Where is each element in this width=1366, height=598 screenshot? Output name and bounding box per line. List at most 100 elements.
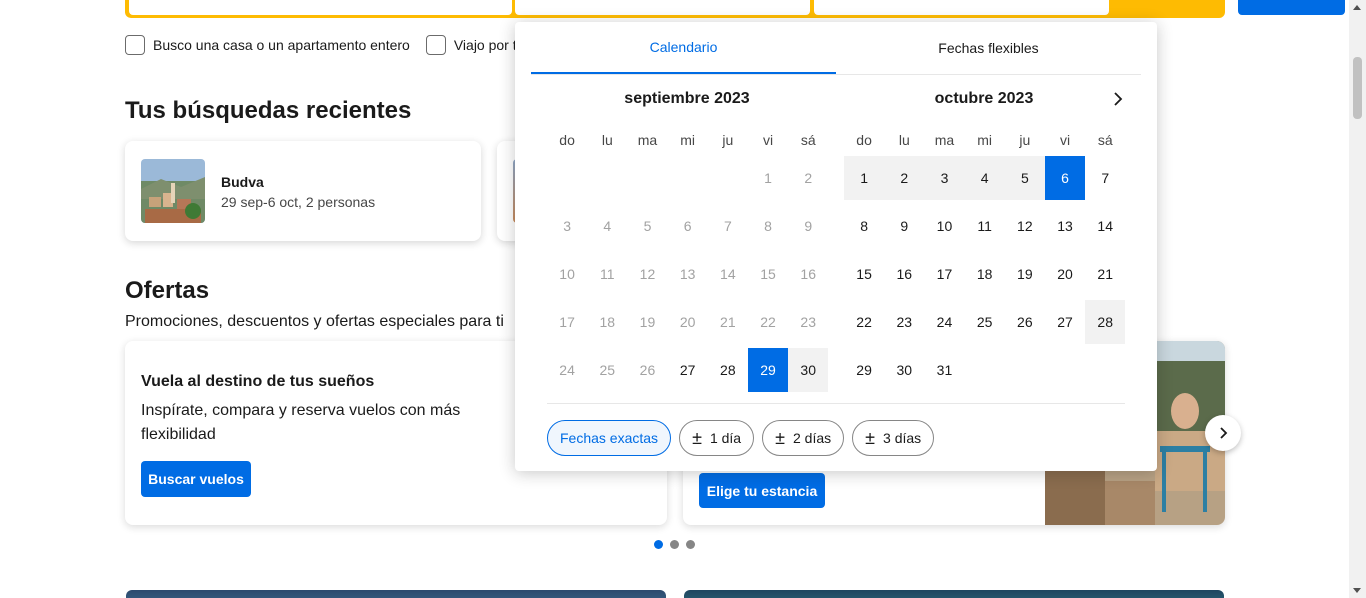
calendar-day[interactable]: 15: [748, 252, 788, 296]
calendar-day[interactable]: 7: [1085, 156, 1125, 200]
search-bar: [125, 0, 1345, 18]
calendar-day[interactable]: 21: [708, 300, 748, 344]
calendar-day[interactable]: 15: [844, 252, 884, 296]
tab-flexible-dates[interactable]: Fechas flexibles: [836, 22, 1141, 74]
calendar-day[interactable]: 28: [708, 348, 748, 392]
calendar-week: 22 23 24 25 26 27 28: [844, 300, 1126, 348]
calendar-day[interactable]: 5: [627, 204, 667, 248]
calendar-day[interactable]: 8: [748, 204, 788, 248]
calendar-day[interactable]: 6: [1044, 156, 1086, 200]
choose-stay-button[interactable]: Elige tu estancia: [699, 473, 825, 508]
calendar-day[interactable]: 18: [965, 252, 1005, 296]
search-button[interactable]: [1238, 0, 1345, 15]
weekday-label: do: [559, 132, 575, 148]
month-title-september: septiembre 2023: [624, 90, 750, 107]
carousel-next-button[interactable]: [1205, 415, 1241, 451]
calendar-day[interactable]: 13: [1045, 204, 1085, 248]
entire-home-check[interactable]: Busco una casa o un apartamento entero: [125, 35, 410, 55]
calendar-day[interactable]: 4: [964, 156, 1005, 200]
calendar-day[interactable]: 11: [587, 252, 627, 296]
guests-field[interactable]: [814, 0, 1109, 15]
calendar-day[interactable]: 3: [547, 204, 587, 248]
plus-minus-1-day-pill[interactable]: ± 1 día: [679, 420, 755, 456]
dates-field[interactable]: [515, 0, 810, 15]
exact-dates-pill[interactable]: Fechas exactas: [547, 420, 672, 456]
plus-minus-icon: ±: [775, 428, 785, 448]
calendar-day[interactable]: 20: [1045, 252, 1085, 296]
work-travel-check[interactable]: Viajo por t: [425, 35, 517, 55]
calendar-day[interactable]: 30: [884, 348, 924, 392]
calendar-day[interactable]: 25: [965, 300, 1005, 344]
calendar-day[interactable]: 26: [627, 348, 667, 392]
page-scrollbar[interactable]: [1349, 0, 1366, 598]
calendar-day[interactable]: 2: [884, 156, 925, 200]
exact-dates-label: Fechas exactas: [560, 430, 659, 446]
weekday-label: ju: [1019, 132, 1031, 148]
calendar-day[interactable]: 22: [748, 300, 788, 344]
calendar-day[interactable]: 9: [884, 204, 924, 248]
entire-home-checkbox[interactable]: [125, 35, 145, 55]
calendar-day[interactable]: 10: [547, 252, 587, 296]
plus-minus-3-days-pill[interactable]: ± 3 días: [852, 420, 935, 456]
destination-field[interactable]: [129, 0, 512, 15]
calendar-day[interactable]: 16: [884, 252, 924, 296]
calendar-day[interactable]: 24: [924, 300, 964, 344]
scroll-thumb[interactable]: [1353, 57, 1362, 119]
weekday-label: sá: [800, 132, 816, 148]
calendar-day[interactable]: 12: [1005, 204, 1045, 248]
calendar-day[interactable]: 1: [748, 156, 788, 200]
work-travel-checkbox[interactable]: [425, 35, 446, 55]
calendar-day[interactable]: 18: [587, 300, 627, 344]
calendar-day[interactable]: 27: [1045, 300, 1085, 344]
calendar-day[interactable]: 14: [708, 252, 748, 296]
search-flights-button[interactable]: Buscar vuelos: [141, 461, 251, 497]
calendar-day[interactable]: 16: [788, 252, 828, 296]
calendar-day[interactable]: 10: [924, 204, 964, 248]
weekday-label: lu: [898, 132, 910, 148]
calendar-day[interactable]: 8: [844, 204, 884, 248]
recent-search-card[interactable]: Budva 29 sep-6 oct, 2 personas: [125, 141, 481, 241]
scroll-up-arrow[interactable]: [1353, 5, 1361, 10]
calendar-day[interactable]: 6: [668, 204, 708, 248]
tab-calendar[interactable]: Calendario: [531, 22, 836, 74]
calendar-day[interactable]: 9: [788, 204, 828, 248]
calendar-day[interactable]: 24: [547, 348, 587, 392]
calendar-day[interactable]: 19: [627, 300, 667, 344]
next-month-button[interactable]: [1107, 88, 1129, 110]
calendar-day[interactable]: 5: [1004, 156, 1045, 200]
calendar-day[interactable]: 20: [668, 300, 708, 344]
calendar-day[interactable]: 13: [668, 252, 708, 296]
calendar-day[interactable]: 23: [788, 300, 828, 344]
calendar-day[interactable]: 1: [844, 156, 885, 200]
calendar-day[interactable]: 17: [924, 252, 964, 296]
calendar-day[interactable]: 31: [924, 348, 964, 392]
calendar-day[interactable]: 29: [747, 348, 789, 392]
plus-minus-2-days-pill[interactable]: ± 2 días: [762, 420, 845, 456]
calendar-week: 3456789: [547, 204, 829, 252]
calendar-day[interactable]: 28: [1085, 300, 1126, 344]
calendar-day[interactable]: 22: [844, 300, 884, 344]
calendar-day[interactable]: 14: [1085, 204, 1125, 248]
calendar-day[interactable]: 7: [708, 204, 748, 248]
calendar-day[interactable]: 2: [788, 156, 828, 200]
calendar-day[interactable]: 26: [1005, 300, 1045, 344]
calendar-day[interactable]: 27: [668, 348, 708, 392]
calendar-day[interactable]: 11: [965, 204, 1005, 248]
calendar-day[interactable]: 25: [587, 348, 627, 392]
calendar-day[interactable]: 21: [1085, 252, 1125, 296]
weekday-label: ju: [722, 132, 734, 148]
calendar-day[interactable]: 29: [844, 348, 884, 392]
calendar-day[interactable]: 4: [587, 204, 627, 248]
calendar-day[interactable]: 3: [924, 156, 965, 200]
carousel-dot-2[interactable]: [670, 540, 679, 549]
calendar-day[interactable]: 12: [627, 252, 667, 296]
scroll-down-arrow[interactable]: [1353, 588, 1361, 593]
calendar-day[interactable]: 19: [1005, 252, 1045, 296]
calendar-day[interactable]: 17: [547, 300, 587, 344]
carousel-dot-1[interactable]: [654, 540, 663, 549]
calendar-day[interactable]: 30: [788, 348, 829, 392]
weekday-label: sá: [1097, 132, 1113, 148]
carousel-dot-3[interactable]: [686, 540, 695, 549]
calendar-day[interactable]: 23: [884, 300, 924, 344]
date-picker-popup: Calendario Fechas flexibles septiembre 2…: [515, 22, 1157, 471]
